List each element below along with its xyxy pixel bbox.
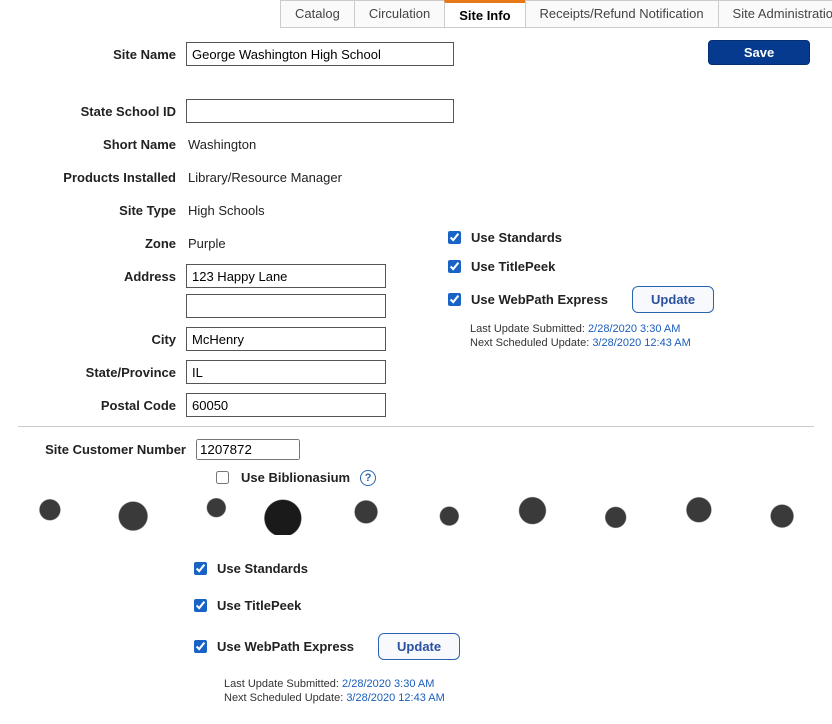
label-postal-code: Postal Code: [18, 398, 186, 413]
use-biblionasium-checkbox[interactable]: [216, 471, 229, 484]
use-titlepeek-label: Use TitlePeek: [471, 259, 555, 274]
site-type-value: High Schools: [186, 203, 265, 218]
label-products-installed: Products Installed: [18, 170, 186, 185]
label-zone: Zone: [18, 236, 186, 251]
last-update-label-lower: Last Update Submitted:: [224, 678, 339, 690]
site-name-input[interactable]: [186, 42, 454, 66]
city-input[interactable]: [186, 327, 386, 351]
label-city: City: [18, 332, 186, 347]
use-standards-checkbox[interactable]: [448, 231, 461, 244]
torn-divider: [0, 493, 832, 535]
last-update-value-upper[interactable]: 2/28/2020 3:30 AM: [588, 323, 680, 335]
site-info-form: Save Site Name State School ID Short Nam…: [0, 28, 832, 487]
label-site-customer-number: Site Customer Number: [18, 442, 196, 457]
label-state-province: State/Province: [18, 365, 186, 380]
state-school-id-input[interactable]: [186, 99, 454, 123]
tab-site-info[interactable]: Site Info: [444, 0, 525, 27]
label-state-school-id: State School ID: [18, 104, 186, 119]
label-site-name: Site Name: [18, 47, 186, 62]
use-standards-label: Use Standards: [471, 230, 562, 245]
tab-catalog[interactable]: Catalog: [280, 0, 355, 27]
update-button-upper[interactable]: Update: [632, 286, 714, 313]
use-titlepeek-label-lower: Use TitlePeek: [217, 598, 301, 613]
address-line1-input[interactable]: [186, 264, 386, 288]
tab-circulation[interactable]: Circulation: [354, 0, 445, 27]
state-province-input[interactable]: [186, 360, 386, 384]
use-webpath-checkbox[interactable]: [448, 293, 461, 306]
use-titlepeek-checkbox[interactable]: [448, 260, 461, 273]
save-button[interactable]: Save: [708, 40, 810, 65]
options-panel-lower: Use Standards Use TitlePeek Use WebPath …: [190, 559, 690, 704]
use-webpath-label: Use WebPath Express: [471, 292, 608, 307]
next-update-value-lower[interactable]: 3/28/2020 12:43 AM: [346, 692, 444, 704]
next-update-label-lower: Next Scheduled Update:: [224, 692, 343, 704]
tab-site-administration[interactable]: Site Administration: [718, 0, 832, 27]
use-webpath-checkbox-lower[interactable]: [194, 640, 207, 653]
zone-value: Purple: [186, 236, 226, 251]
address-line2-input[interactable]: [186, 294, 386, 318]
label-address: Address: [18, 269, 186, 284]
use-webpath-label-lower: Use WebPath Express: [217, 639, 354, 654]
label-short-name: Short Name: [18, 137, 186, 152]
use-standards-checkbox-lower[interactable]: [194, 562, 207, 575]
short-name-value: Washington: [186, 137, 256, 152]
postal-code-input[interactable]: [186, 393, 386, 417]
help-icon[interactable]: ?: [360, 470, 376, 486]
use-titlepeek-checkbox-lower[interactable]: [194, 599, 207, 612]
last-update-label-upper: Last Update Submitted:: [470, 323, 585, 335]
use-biblionasium-label: Use Biblionasium: [241, 470, 350, 485]
section-divider: [18, 426, 814, 427]
tab-receipts-refund[interactable]: Receipts/Refund Notification: [525, 0, 719, 27]
next-update-label-upper: Next Scheduled Update:: [470, 337, 589, 349]
update-button-lower[interactable]: Update: [378, 633, 460, 660]
label-site-type: Site Type: [18, 203, 186, 218]
next-update-value-upper[interactable]: 3/28/2020 12:43 AM: [592, 337, 690, 349]
options-panel-upper: Use Standards Use TitlePeek Use WebPath …: [444, 228, 804, 349]
label-address-blank: [18, 299, 186, 314]
products-installed-value: Library/Resource Manager: [186, 170, 342, 185]
site-customer-number-input[interactable]: [196, 439, 300, 460]
tab-bar: Catalog Circulation Site Info Receipts/R…: [280, 0, 832, 28]
use-standards-label-lower: Use Standards: [217, 561, 308, 576]
last-update-value-lower[interactable]: 2/28/2020 3:30 AM: [342, 678, 434, 690]
